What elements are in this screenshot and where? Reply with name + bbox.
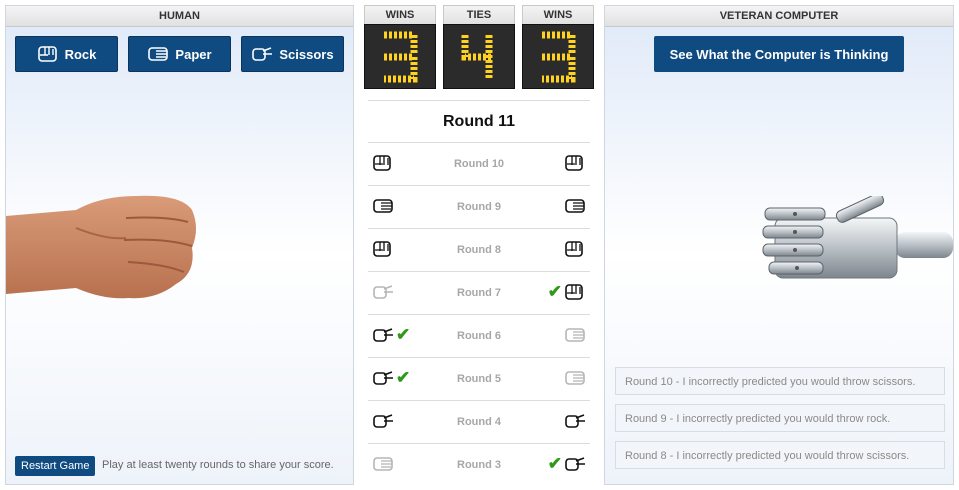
- computer-wins-box: WINS: [522, 5, 594, 89]
- robot-paper-hand-image: [762, 196, 953, 279]
- scissors-button[interactable]: Scissors: [241, 36, 344, 72]
- computer-throw: [564, 197, 586, 215]
- winner-check-icon: ✔: [396, 325, 411, 344]
- computer-panel-title: VETERAN COMPUTER: [605, 6, 953, 27]
- round-history-label: Round 3: [457, 459, 501, 471]
- led-digit-4: [461, 34, 493, 79]
- paper-icon: [565, 371, 585, 385]
- round-history-row: Round 8: [368, 228, 590, 271]
- round-history-row: ✔ Round 5: [368, 357, 590, 400]
- scissors-icon: [373, 414, 393, 428]
- rock-button-label: Rock: [64, 46, 97, 62]
- round-history-row: ✔ Round 6: [368, 314, 590, 357]
- computer-throw: [564, 369, 586, 387]
- human-throw: [372, 154, 394, 172]
- computer-panel: VETERAN COMPUTER See What the Computer i…: [604, 5, 954, 485]
- computer-throw: ✔: [546, 455, 586, 473]
- winner-check-icon: ✔: [396, 368, 411, 387]
- human-rock-hand-image: [6, 195, 196, 299]
- round-history-row: Round 10: [368, 142, 590, 185]
- round-history-label: Round 5: [457, 373, 501, 385]
- led-digit-3: [384, 31, 418, 82]
- see-computer-thinking-button[interactable]: See What the Computer is Thinking: [654, 36, 904, 72]
- computer-wins-display: [522, 24, 594, 89]
- paper-icon: [148, 47, 169, 61]
- round-history-label: Round 4: [457, 416, 501, 428]
- computer-message: Round 10 - I incorrectly predicted you w…: [615, 367, 945, 395]
- human-throw: ✔: [372, 369, 412, 387]
- scissors-icon: [373, 371, 393, 385]
- computer-throw: [564, 240, 586, 258]
- human-panel: HUMAN Rock Paper Scissors Restart Game P…: [5, 5, 354, 485]
- computer-throw: ✔: [546, 283, 586, 301]
- human-throw: [372, 240, 394, 258]
- rock-icon: [565, 155, 583, 171]
- computer-throw: [564, 412, 586, 430]
- human-wins-display: [364, 24, 436, 89]
- round-history-label: Round 10: [453, 158, 505, 170]
- restart-game-button[interactable]: Restart Game: [15, 456, 96, 476]
- rock-icon: [37, 46, 57, 62]
- ties-display: [443, 24, 515, 89]
- scissors-icon: [252, 47, 273, 61]
- paper-icon: [373, 457, 393, 471]
- computer-message: Round 9 - I incorrectly predicted you wo…: [615, 404, 945, 432]
- round-history-label: Round 9: [457, 201, 501, 213]
- human-panel-title: HUMAN: [6, 6, 353, 27]
- ties-box: TIES: [443, 5, 515, 89]
- round-history-row: Round 3 ✔: [368, 443, 590, 486]
- human-wins-label: WINS: [364, 5, 436, 24]
- round-history-label: Round 6: [457, 330, 501, 342]
- rock-button[interactable]: Rock: [15, 36, 118, 72]
- scissors-icon: [373, 285, 393, 299]
- round-history-row: Round 9: [368, 185, 590, 228]
- winner-check-icon: ✔: [547, 454, 562, 473]
- computer-throw: [564, 154, 586, 172]
- rock-icon: [565, 241, 583, 257]
- paper-button[interactable]: Paper: [128, 36, 231, 72]
- share-score-note: Play at least twenty rounds to share you…: [102, 459, 334, 471]
- paper-icon: [565, 199, 585, 213]
- scissors-icon: [565, 457, 585, 471]
- rock-icon: [565, 284, 583, 300]
- human-wins-box: WINS: [364, 5, 436, 89]
- human-throw: [372, 412, 394, 430]
- computer-message: Round 8 - I incorrectly predicted you wo…: [615, 441, 945, 469]
- round-history-label: Round 7: [457, 287, 501, 299]
- scissors-icon: [373, 328, 393, 342]
- round-history-row: Round 7 ✔: [368, 271, 590, 314]
- current-round-title: Round 11: [368, 100, 590, 143]
- paper-icon: [373, 199, 393, 213]
- round-history-row: Round 4: [368, 400, 590, 443]
- human-throw: [372, 197, 394, 215]
- ties-label: TIES: [443, 5, 515, 24]
- winner-check-icon: ✔: [547, 282, 562, 301]
- led-digit-3: [542, 31, 576, 82]
- round-history-label: Round 8: [457, 244, 501, 256]
- human-throw: [372, 283, 394, 301]
- paper-icon: [565, 328, 585, 342]
- computer-wins-label: WINS: [522, 5, 594, 24]
- paper-button-label: Paper: [175, 46, 212, 62]
- rock-icon: [373, 155, 391, 171]
- rock-icon: [373, 241, 391, 257]
- human-throw: ✔: [372, 326, 412, 344]
- round-history-list: Round 10 Round 9 Round 8 Round 7 ✔ ✔ Round 6 ✔ R…: [368, 142, 590, 486]
- scissors-button-label: Scissors: [279, 46, 334, 62]
- computer-throw: [564, 326, 586, 344]
- scissors-icon: [565, 414, 585, 428]
- human-throw: [372, 455, 394, 473]
